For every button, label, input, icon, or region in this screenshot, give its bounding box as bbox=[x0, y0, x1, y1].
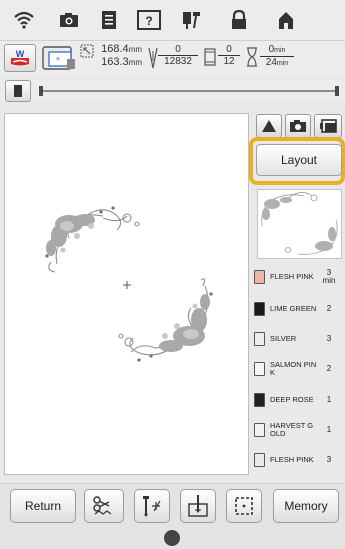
thread-count-value: 1 bbox=[326, 395, 332, 404]
hoop-select-button[interactable]: + bbox=[40, 44, 78, 72]
stitch-counter: 0 12832 bbox=[158, 44, 198, 68]
thread-count: 1 bbox=[320, 396, 338, 404]
wifi-icon[interactable] bbox=[10, 6, 38, 34]
thread-row[interactable]: SILVER 3 bbox=[254, 326, 345, 352]
thread-count: 2 bbox=[320, 365, 338, 373]
embroidery-design-top-left bbox=[45, 206, 140, 273]
needle-position-button[interactable] bbox=[180, 489, 216, 523]
thread-count: 1 bbox=[320, 426, 338, 434]
thread-count-value: 1 bbox=[326, 425, 332, 434]
height-value: 163.3mm bbox=[101, 56, 142, 68]
svg-text:W: W bbox=[16, 49, 25, 59]
thread-spool-icon bbox=[254, 423, 265, 437]
home-indicator bbox=[164, 530, 180, 546]
time-counter: 0min 24min bbox=[260, 44, 294, 70]
size-icon bbox=[80, 44, 94, 58]
view-frame-button[interactable] bbox=[314, 114, 342, 138]
thread-spool-icon bbox=[254, 362, 265, 376]
thread-count: 3 bbox=[320, 335, 338, 343]
thread-count-value: 3 bbox=[326, 334, 332, 343]
color-count-icon bbox=[204, 48, 216, 66]
thread-spool-icon bbox=[254, 393, 265, 407]
thread-spool-icon bbox=[254, 332, 265, 346]
thread-count-value: 2 bbox=[326, 364, 332, 373]
embroidery-design-bottom-right bbox=[118, 278, 213, 362]
help-icon[interactable]: ? bbox=[135, 6, 163, 34]
width-value: 168.4mm bbox=[101, 43, 142, 55]
design-preview bbox=[257, 189, 342, 259]
tension-button[interactable] bbox=[134, 489, 170, 523]
document-icon[interactable] bbox=[95, 6, 123, 34]
thread-spool-icon bbox=[254, 453, 265, 467]
thread-count-unit: min bbox=[322, 276, 336, 285]
svg-text:?: ? bbox=[145, 14, 152, 28]
thread-spool-icon bbox=[254, 302, 265, 316]
needle-thread-button[interactable]: W bbox=[4, 44, 36, 72]
camera-icon[interactable] bbox=[55, 6, 83, 34]
progress-end-marker bbox=[335, 86, 339, 96]
trial-frame-button[interactable] bbox=[226, 489, 262, 523]
thread-count: 3 bbox=[320, 456, 338, 464]
thread-name: DEEP ROSE bbox=[270, 395, 314, 404]
thread-row[interactable]: FLESH PINK 3 min bbox=[254, 264, 345, 290]
thread-name: HARVEST G OLD bbox=[270, 421, 314, 438]
hourglass-icon bbox=[246, 47, 258, 67]
thread-name: FLESH PINK bbox=[270, 455, 314, 464]
progress-start-marker bbox=[39, 86, 43, 96]
thread-name: FLESH PINK bbox=[270, 272, 314, 281]
thread-count-value: 2 bbox=[326, 304, 332, 313]
thread-count-value: 3 bbox=[326, 455, 332, 464]
thread-row[interactable]: HARVEST G OLD 1 bbox=[254, 417, 345, 443]
top-toolbar: ? bbox=[0, 0, 345, 40]
thread-color-button[interactable] bbox=[5, 80, 31, 102]
thread-count: 2 bbox=[320, 305, 338, 313]
view-triangle-button[interactable] bbox=[256, 114, 282, 138]
view-camera-button[interactable] bbox=[285, 114, 311, 138]
layout-button[interactable]: Layout bbox=[256, 144, 342, 176]
return-button[interactable]: Return bbox=[10, 489, 76, 523]
svg-text:+: + bbox=[55, 54, 60, 64]
thread-spool-icon bbox=[254, 270, 265, 284]
thread-row[interactable]: FLESH PINK 3 bbox=[254, 447, 345, 473]
thread-cut-button[interactable] bbox=[84, 489, 124, 523]
stitch-progress-bar[interactable] bbox=[42, 90, 337, 92]
home-icon[interactable] bbox=[272, 6, 300, 34]
embroidery-canvas[interactable] bbox=[4, 113, 249, 475]
thread-name: SILVER bbox=[270, 334, 297, 343]
lock-icon[interactable] bbox=[225, 6, 253, 34]
thread-guide-icon[interactable] bbox=[178, 6, 206, 34]
color-counter: 0 12 bbox=[218, 44, 240, 68]
thread-row[interactable]: SALMON PIN K 2 bbox=[254, 356, 345, 382]
thread-name: SALMON PIN K bbox=[270, 360, 317, 377]
thread-count: 3 min bbox=[320, 269, 338, 285]
memory-button[interactable]: Memory bbox=[273, 489, 339, 523]
thread-name: LIME GREEN bbox=[270, 304, 317, 313]
thread-row[interactable]: DEEP ROSE 1 bbox=[254, 387, 345, 413]
thread-row[interactable]: LIME GREEN 2 bbox=[254, 296, 345, 322]
